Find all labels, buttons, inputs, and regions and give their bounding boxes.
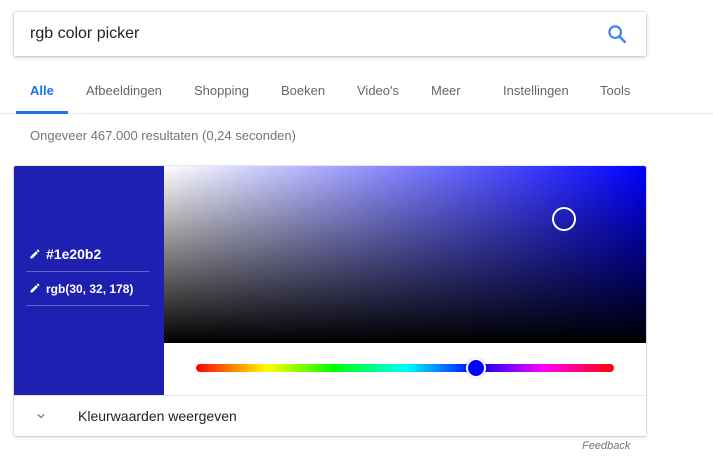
pencil-icon	[30, 283, 40, 293]
search-icon[interactable]	[606, 23, 628, 45]
rgb-value-field[interactable]: rgb(30, 32, 178)	[26, 272, 149, 306]
tab-afbeeldingen[interactable]: Afbeeldingen	[86, 70, 162, 114]
tab-tools[interactable]: Tools	[600, 70, 630, 114]
chevron-down-icon	[37, 414, 45, 419]
tab-shopping[interactable]: Shopping	[194, 70, 249, 114]
saturation-value-area[interactable]	[164, 166, 646, 343]
show-color-values-label: Kleurwaarden weergeven	[78, 408, 237, 424]
hex-value-field[interactable]: #1e20b2	[26, 238, 149, 272]
hex-value: #1e20b2	[46, 246, 102, 262]
feedback-link[interactable]: Feedback	[582, 440, 630, 452]
rgb-value: rgb(30, 32, 178)	[46, 282, 134, 296]
result-stats: Ongeveer 467.000 resultaten (0,24 second…	[30, 128, 296, 143]
color-swatch: #1e20b2 rgb(30, 32, 178)	[14, 166, 164, 395]
saturation-value-handle[interactable]	[552, 207, 577, 232]
pencil-icon	[30, 249, 40, 259]
hue-slider-handle[interactable]	[466, 358, 487, 378]
search-tabs: Alle Afbeeldingen Shopping Boeken Video'…	[0, 70, 713, 114]
color-picker-card: #1e20b2 rgb(30, 32, 178) Kleurwaarden we…	[14, 166, 646, 436]
tab-alle[interactable]: Alle	[16, 70, 68, 114]
show-color-values-toggle[interactable]: Kleurwaarden weergeven	[14, 395, 646, 436]
search-box[interactable]	[14, 12, 646, 56]
tab-videos[interactable]: Video's	[357, 70, 399, 114]
tab-boeken[interactable]: Boeken	[281, 70, 325, 114]
tab-meer[interactable]: Meer	[431, 70, 461, 114]
tab-instellingen[interactable]: Instellingen	[503, 70, 569, 114]
search-input[interactable]	[30, 12, 590, 56]
hue-slider[interactable]	[196, 358, 614, 378]
